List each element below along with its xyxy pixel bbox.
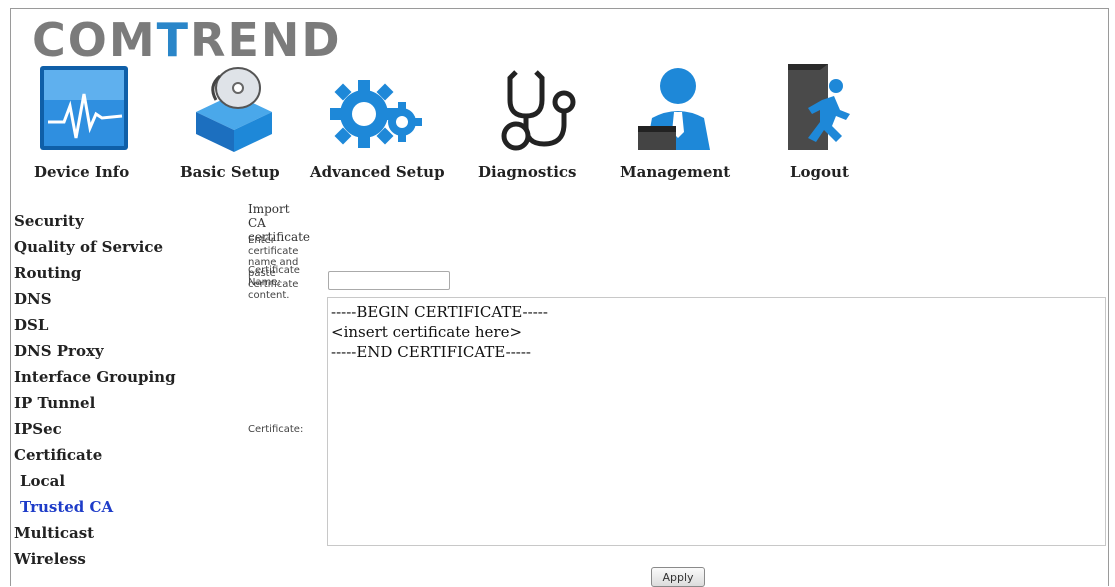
advanced-setup-icon [328,64,424,152]
nav-advanced-setup[interactable]: Advanced Setup [310,60,450,185]
certificate-name-label: Certificate Name: [248,265,300,288]
logout-icon [776,64,872,152]
sidebar: Security Quality of Service Routing DNS … [14,208,184,572]
top-nav: Device Info Basic Setup Advanced Setup D… [0,60,1115,185]
nav-management[interactable]: Management [620,60,730,185]
sidebar-item-local[interactable]: Local [14,468,184,494]
sidebar-item-multicast[interactable]: Multicast [14,520,184,546]
nav-label: Logout [790,163,849,181]
sidebar-item-ip-tunnel[interactable]: IP Tunnel [14,390,184,416]
comtrend-logo: COMTREND [32,13,342,67]
sidebar-item-ipsec[interactable]: IPSec [14,416,184,442]
sidebar-item-quality-of-service[interactable]: Quality of Service [14,234,184,260]
nav-label: Management [620,163,731,181]
nav-label: Diagnostics [478,163,577,181]
sidebar-item-dsl[interactable]: DSL [14,312,184,338]
sidebar-item-wireless[interactable]: Wireless [14,546,184,572]
apply-button[interactable]: Apply [651,567,705,587]
basic-setup-icon [186,64,282,152]
sidebar-item-certificate[interactable]: Certificate [14,442,184,468]
nav-label: Device Info [34,163,130,181]
sidebar-item-dns[interactable]: DNS [14,286,184,312]
certificate-textarea[interactable]: -----BEGIN CERTIFICATE----- <insert cert… [327,297,1106,546]
certificate-name-input[interactable] [328,271,450,290]
sidebar-item-interface-grouping[interactable]: Interface Grouping [14,364,184,390]
nav-label: Basic Setup [180,163,280,181]
nav-basic-setup[interactable]: Basic Setup [180,60,284,185]
certificate-label: Certificate: [248,424,304,435]
nav-label: Advanced Setup [310,163,445,181]
sidebar-item-trusted-ca[interactable]: Trusted CA [14,494,184,520]
sidebar-item-dns-proxy[interactable]: DNS Proxy [14,338,184,364]
nav-device-info[interactable]: Device Info [34,60,138,185]
stethoscope-icon [486,64,582,152]
nav-diagnostics[interactable]: Diagnostics [478,60,578,185]
management-icon [626,64,722,152]
nav-logout[interactable]: Logout [776,60,866,185]
sidebar-item-security[interactable]: Security [14,208,184,234]
device-info-icon [38,64,134,152]
sidebar-item-routing[interactable]: Routing [14,260,184,286]
